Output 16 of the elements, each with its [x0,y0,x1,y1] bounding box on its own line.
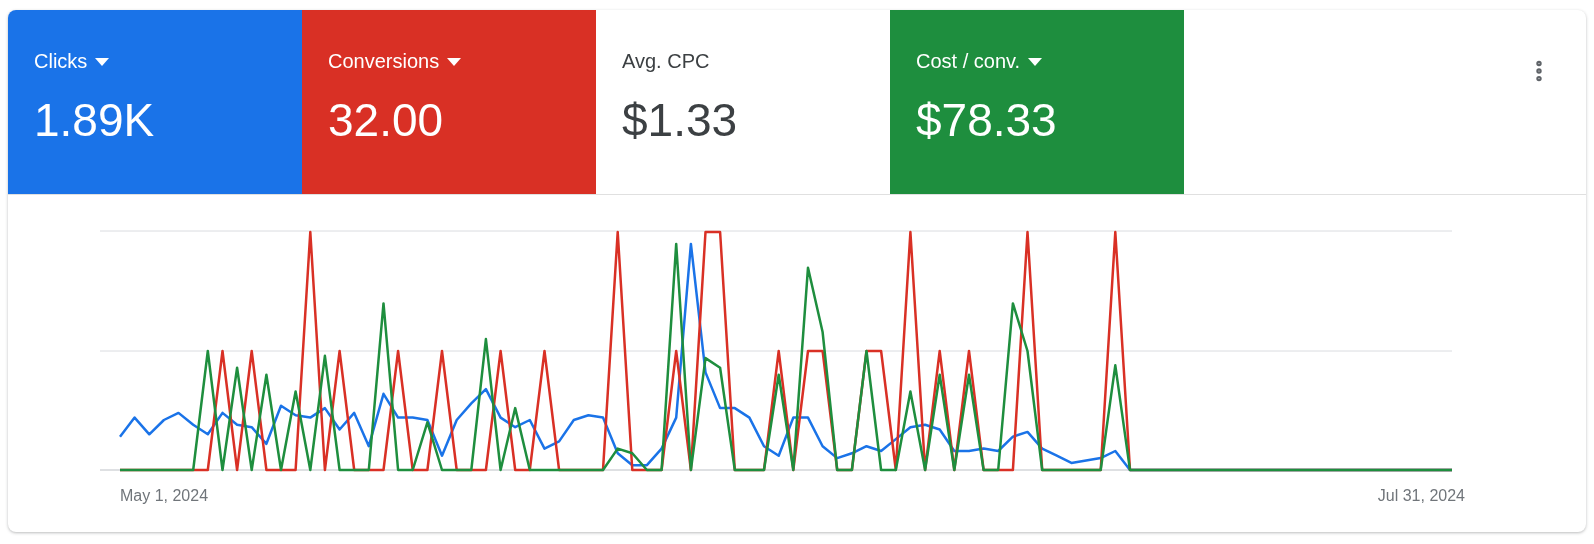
metric-label: Conversions [328,50,440,73]
metric-value: $1.33 [622,93,739,147]
metric-value: 32.00 [328,93,445,147]
axis-label: Jul 31, 2024 [1377,487,1465,505]
metric-value: 1.89K [34,93,156,147]
caret-icon[interactable] [1028,57,1043,66]
caret-icon[interactable] [447,57,462,66]
metric-value: $78.33 [916,93,1058,147]
metric-tile[interactable]: Cost / conv. $78.33 [890,10,1184,194]
metric-tile[interactable]: Conversions 32.00 [302,10,596,194]
axis-label: May 1, 2024 [120,487,209,505]
metric-label: Cost / conv. [916,50,1021,73]
caret-icon[interactable] [95,57,110,66]
metric-label: Avg. CPC [622,50,710,73]
metric-tile[interactable]: Clicks 1.89K [8,10,302,194]
metric-label: Clicks [34,50,88,73]
